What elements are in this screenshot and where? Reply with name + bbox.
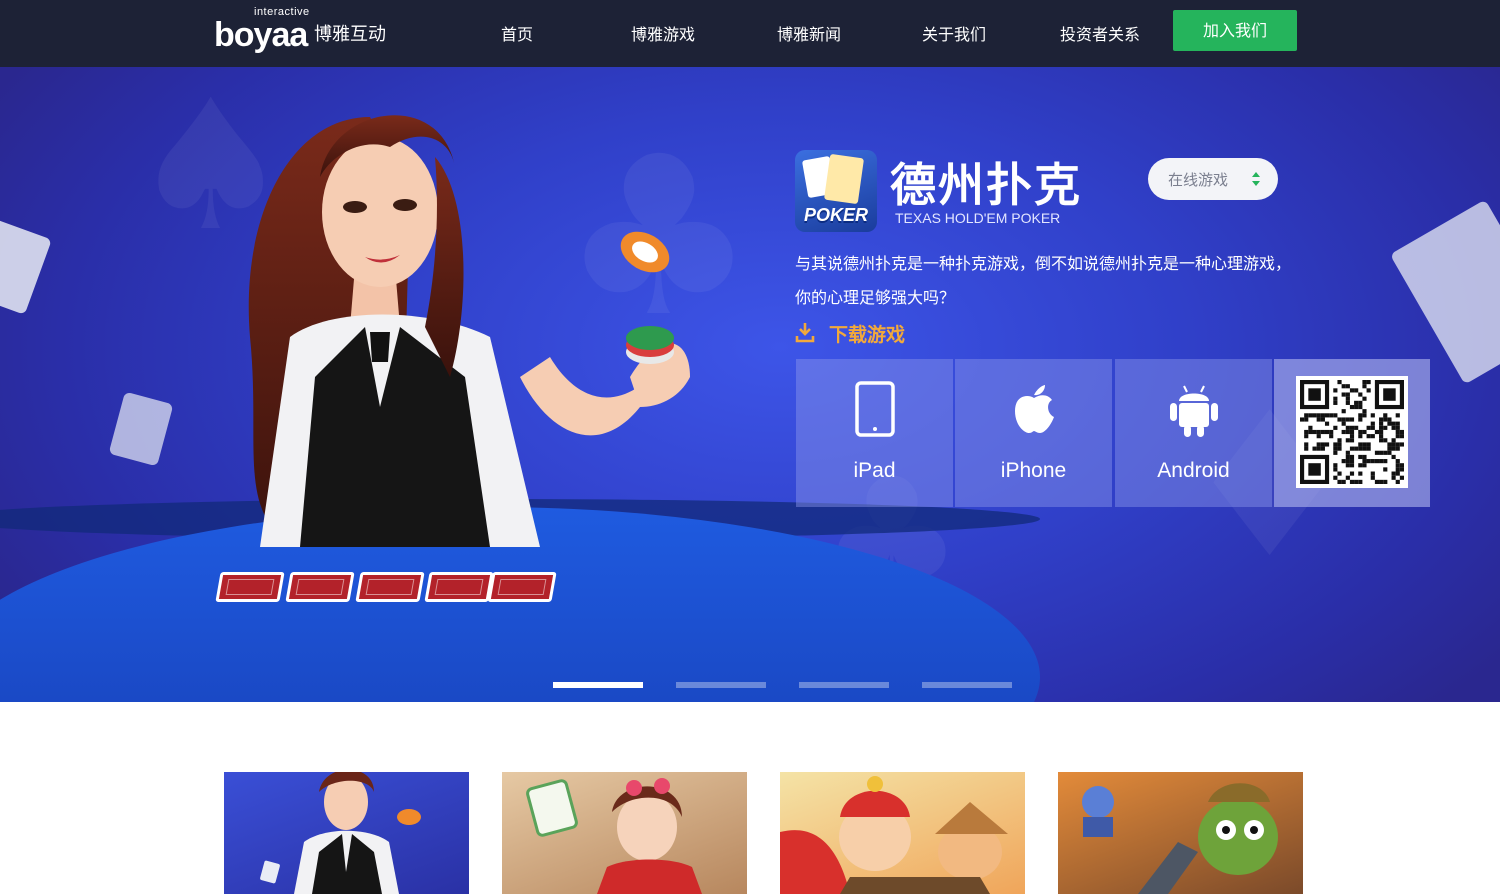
nav-news[interactable]: 博雅新闻 xyxy=(777,21,841,45)
platform-download-panel: iPad iPhone Android xyxy=(796,359,1430,507)
apple-icon xyxy=(1014,385,1054,433)
qr-code-image xyxy=(1296,376,1408,488)
face-down-card xyxy=(487,572,557,602)
face-down-card xyxy=(215,572,285,602)
ipad-download-button[interactable]: iPad xyxy=(796,359,953,507)
boyaa-logo[interactable]: interactive boyaa 博雅互动 xyxy=(214,4,404,60)
carousel-dot-1[interactable] xyxy=(553,682,643,688)
download-game-label: 下载游戏 xyxy=(829,324,906,346)
iphone-download-button[interactable]: iPhone xyxy=(955,359,1112,507)
join-us-button[interactable]: 加入我们 xyxy=(1173,10,1297,51)
carousel-dot-3[interactable] xyxy=(799,682,889,688)
android-label: Android xyxy=(1157,459,1230,482)
nav-home[interactable]: 首页 xyxy=(501,21,533,45)
landlord-thumb-image xyxy=(780,776,1008,894)
carousel-dot-4[interactable] xyxy=(922,682,1012,688)
ipad-icon xyxy=(854,381,895,437)
texas-poker-thumbnail[interactable] xyxy=(224,772,469,894)
texas-poker-app-icon[interactable]: POKER xyxy=(795,150,877,232)
floating-card-image xyxy=(1389,199,1500,385)
top-nav-bar: interactive boyaa 博雅互动 首页 博雅游戏 博雅新闻 关于我们… xyxy=(0,0,1500,67)
logo-chinese-name: 博雅互动 xyxy=(314,24,386,45)
texas-poker-thumb-image xyxy=(260,772,421,894)
download-icon xyxy=(795,323,815,343)
hero-banner: ♠ ♣ ♦ ♣ POKER 德州扑克 TEXAS HOLD'EM POKER 在… xyxy=(0,67,1500,702)
mahjong-thumb-image xyxy=(526,778,702,894)
android-icon xyxy=(1169,385,1218,437)
face-down-card xyxy=(285,572,355,602)
adventure-thumb-image xyxy=(1082,783,1278,894)
qr-code-icon xyxy=(1300,380,1404,484)
mahjong-thumbnail[interactable] xyxy=(502,772,747,894)
logo-wordmark: boyaa xyxy=(214,16,308,54)
floating-card-image xyxy=(108,391,174,467)
face-down-card xyxy=(355,572,425,602)
game-type-select[interactable]: 在线游戏 xyxy=(1148,158,1278,200)
dealer-illustration xyxy=(248,115,690,547)
card-king-icon xyxy=(823,153,865,205)
game-description-line2: 你的心理足够强大吗？ xyxy=(795,288,956,307)
app-icon-label: POKER xyxy=(803,205,868,225)
carousel-dot-2[interactable] xyxy=(676,682,766,688)
nav-games[interactable]: 博雅游戏 xyxy=(631,21,695,45)
nav-investors[interactable]: 投资者关系 xyxy=(1060,21,1140,45)
game-description-line1: 与其说德州扑克是一种扑克游戏，倒不如说德州扑克是一种心理游戏， xyxy=(795,254,1292,273)
game-title: 德州扑克 xyxy=(890,158,1082,212)
face-down-card xyxy=(424,572,494,602)
adventure-thumbnail[interactable] xyxy=(1058,772,1303,894)
ipad-label: iPad xyxy=(853,459,896,482)
qr-code-panel xyxy=(1274,359,1430,507)
up-down-arrow-icon xyxy=(1252,172,1260,186)
landlord-thumbnail[interactable] xyxy=(780,772,1025,894)
android-download-button[interactable]: Android xyxy=(1115,359,1272,507)
iphone-label: iPhone xyxy=(1000,459,1067,482)
nav-about[interactable]: 关于我们 xyxy=(922,21,986,45)
floating-card-image xyxy=(0,219,52,315)
game-type-select-value: 在线游戏 xyxy=(1168,171,1229,189)
game-subtitle: TEXAS HOLD'EM POKER xyxy=(895,210,1061,226)
